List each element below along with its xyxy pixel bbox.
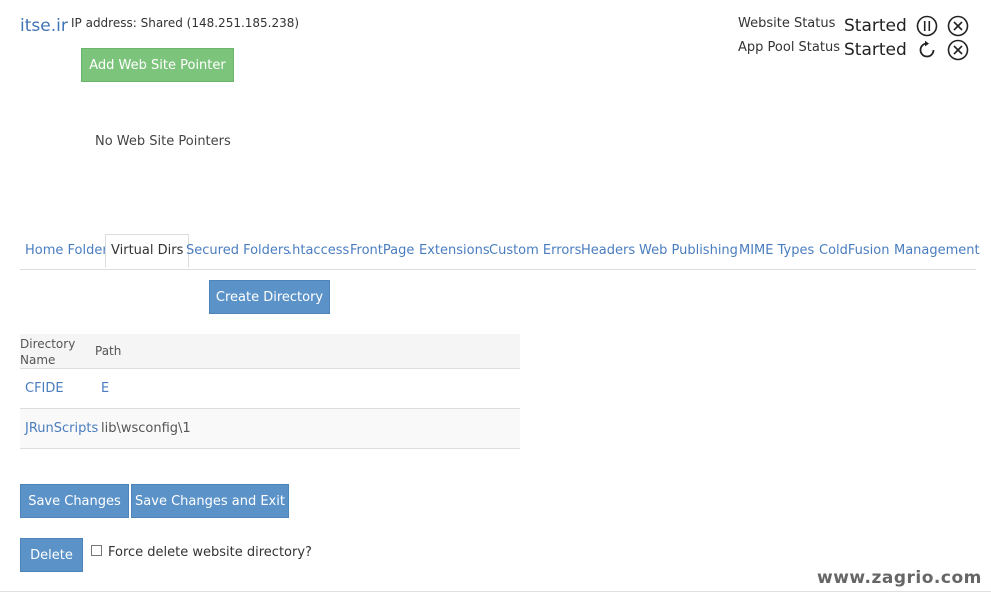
stop-icon[interactable]: [947, 39, 969, 61]
directory-path-text: lib\wsconfig\1: [101, 421, 191, 436]
column-header-path: Path: [95, 344, 122, 358]
tab-home-folder[interactable]: Home Folder: [25, 234, 108, 268]
restart-icon[interactable]: [916, 39, 938, 61]
settings-tabs: Home Folder Virtual Dirs Secured Folders…: [20, 234, 980, 270]
table-row: JRunScripts lib\wsconfig\1: [20, 409, 520, 449]
site-name-link[interactable]: itse.ir: [20, 16, 68, 36]
bottom-divider: [0, 591, 991, 592]
website-status-value: Started: [844, 16, 907, 36]
column-header-directory-line1: Directory: [20, 337, 76, 351]
tab-extensions[interactable]: Extensions: [419, 234, 490, 268]
tab-web-publishing[interactable]: Web Publishing: [639, 234, 738, 268]
watermark: www.zagrio.com: [817, 568, 982, 588]
create-directory-button[interactable]: Create Directory: [209, 280, 330, 314]
tab-management[interactable]: Management: [894, 234, 980, 268]
pause-icon[interactable]: [916, 15, 938, 37]
tab-secured-folders[interactable]: Secured Folders: [186, 234, 290, 268]
tab-custom-errors[interactable]: Custom Errors: [489, 234, 581, 268]
force-delete-label: Force delete website directory?: [108, 545, 312, 560]
delete-button[interactable]: Delete: [20, 538, 83, 572]
no-pointers-message: No Web Site Pointers: [95, 134, 231, 149]
table-header: Directory Name Path: [20, 334, 520, 369]
app-pool-status-value: Started: [844, 40, 907, 60]
virtual-dirs-table: Directory Name Path CFIDE E JRunScripts …: [20, 334, 520, 449]
directory-name-link[interactable]: JRunScripts: [25, 421, 98, 436]
tab-frontpage[interactable]: FrontPage: [350, 234, 414, 268]
force-delete-checkbox[interactable]: [91, 545, 102, 556]
column-header-directory-name: Directory Name: [20, 336, 75, 368]
website-status-label: Website Status: [738, 16, 836, 31]
directory-path-link[interactable]: E: [101, 381, 109, 396]
tab-mime-types[interactable]: MIME Types: [739, 234, 814, 268]
tab-headers[interactable]: Headers: [581, 234, 635, 268]
app-pool-status-label: App Pool Status: [738, 40, 840, 55]
tab-htaccess[interactable]: .htaccess: [288, 234, 349, 268]
save-and-exit-button[interactable]: Save Changes and Exit: [131, 484, 289, 518]
add-website-pointer-button[interactable]: Add Web Site Pointer: [81, 48, 234, 82]
table-row: CFIDE E: [20, 369, 520, 409]
tab-coldfusion[interactable]: ColdFusion: [819, 234, 889, 268]
stop-icon[interactable]: [947, 15, 969, 37]
tab-virtual-dirs[interactable]: Virtual Dirs: [105, 234, 190, 268]
directory-name-link[interactable]: CFIDE: [25, 381, 64, 396]
save-changes-button[interactable]: Save Changes: [20, 484, 129, 518]
column-header-directory-line2: Name: [20, 353, 56, 367]
ip-address-label: IP address: Shared (148.251.185.238): [71, 16, 300, 30]
